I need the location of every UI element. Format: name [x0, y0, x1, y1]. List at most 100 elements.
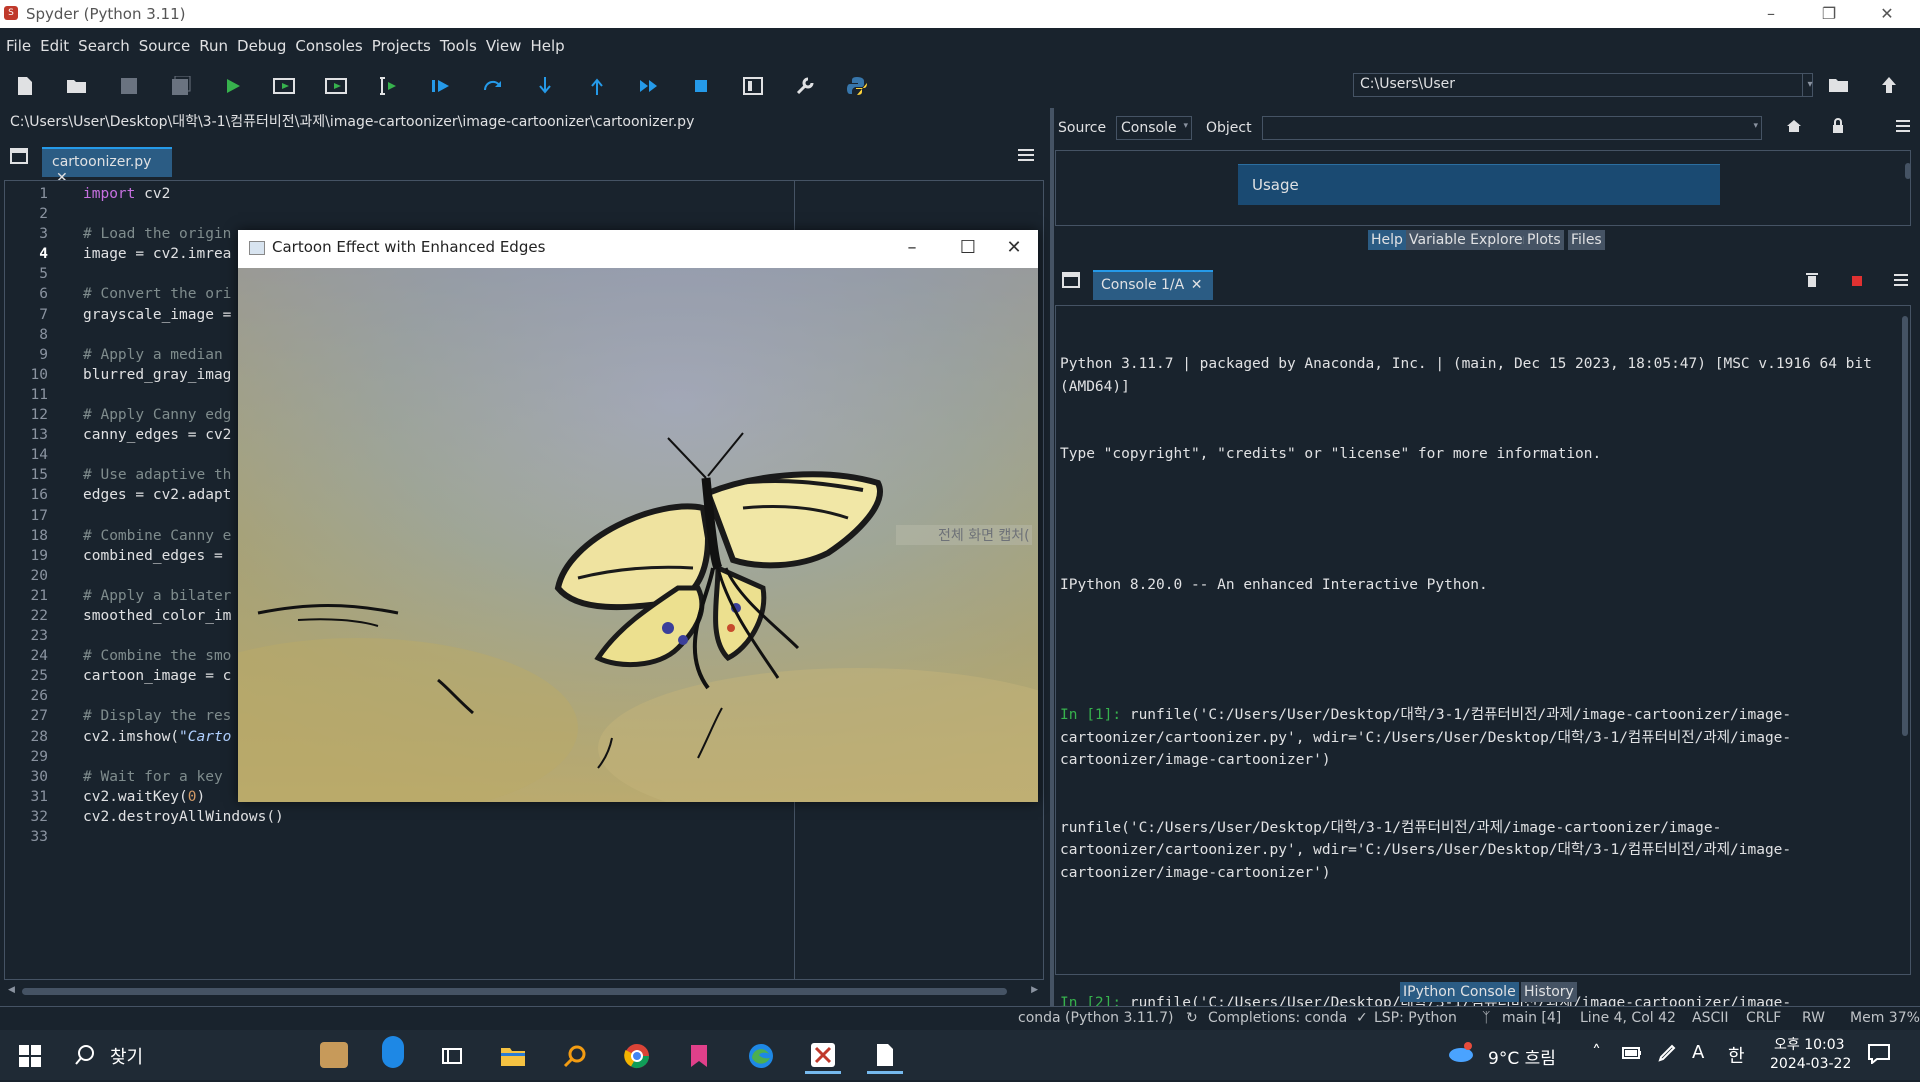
source-select[interactable]: Console ▾	[1116, 116, 1192, 140]
chrome-icon[interactable]	[619, 1038, 655, 1074]
tab-files[interactable]: Files	[1568, 230, 1605, 250]
run-cell-advance-icon[interactable]	[323, 72, 351, 100]
cartoon-effect-window[interactable]: Cartoon Effect with Enhanced Edges – ☐ ✕	[238, 230, 1038, 802]
save-all-icon[interactable]	[167, 72, 195, 100]
battery-icon[interactable]	[1622, 1046, 1642, 1064]
close-button[interactable]: ✕	[1864, 2, 1910, 26]
cartoon-image: 전체 화면 캡처(	[238, 268, 1038, 802]
clear-console-icon[interactable]	[1806, 272, 1818, 292]
task-view-icon[interactable]	[434, 1038, 470, 1074]
home-icon[interactable]	[1786, 118, 1802, 138]
line-number: 12	[30, 407, 48, 424]
spyder-taskbar-icon[interactable]	[805, 1038, 841, 1074]
spyder-logo-icon: S	[4, 6, 18, 20]
help-options-icon[interactable]	[1896, 120, 1910, 136]
step-into-icon[interactable]	[531, 72, 559, 100]
taskbar-search[interactable]: 찾기	[70, 1036, 404, 1070]
language-indicator[interactable]: 한	[1728, 1042, 1745, 1068]
weather-text[interactable]: 9°C 흐림	[1488, 1044, 1556, 1069]
menu-consoles[interactable]: Consoles	[295, 37, 362, 55]
stop-icon[interactable]	[687, 72, 715, 100]
run-icon[interactable]	[219, 72, 247, 100]
menu-help[interactable]: Help	[530, 37, 564, 55]
cartoon-close-button[interactable]: ✕	[990, 234, 1038, 262]
close-tab-icon[interactable]: ✕	[1191, 277, 1203, 293]
new-file-icon[interactable]	[11, 72, 39, 100]
debug-icon[interactable]	[427, 72, 455, 100]
editor-file-path: C:\Users\User\Desktop\대학\3-1\컴퓨터비전\과제\im…	[10, 114, 695, 130]
lock-icon[interactable]	[1831, 118, 1845, 138]
line-number: 20	[30, 567, 48, 584]
console-tab[interactable]: Console 1/A ✕	[1093, 270, 1213, 300]
menu-run[interactable]: Run	[199, 37, 228, 55]
editor-horizontal-scrollbar[interactable]: ◀ ▶	[8, 985, 1038, 997]
code-number: 0	[187, 788, 197, 805]
status-lsp[interactable]: LSP: Python	[1374, 1010, 1457, 1026]
tab-variable-explorer[interactable]: Variable Explorer	[1406, 230, 1532, 250]
edge-icon[interactable]	[743, 1038, 779, 1074]
console-banner: Type "copyright", "credits" or "license"…	[1060, 446, 1602, 462]
menu-search[interactable]: Search	[78, 37, 130, 55]
menu-debug[interactable]: Debug	[237, 37, 286, 55]
console-options-icon[interactable]	[1894, 274, 1908, 290]
menu-projects[interactable]: Projects	[372, 37, 431, 55]
restore-button[interactable]: ❐	[1806, 2, 1852, 26]
bookmark-app-icon[interactable]	[681, 1038, 717, 1074]
line-number-current: 4	[39, 246, 48, 263]
run-cell-icon[interactable]	[271, 72, 299, 100]
python-path-icon[interactable]	[843, 72, 871, 100]
menu-file[interactable]: File	[6, 37, 31, 55]
status-environment[interactable]: conda (Python 3.11.7)	[1018, 1010, 1173, 1026]
clock-date[interactable]: 2024-03-22	[1770, 1056, 1851, 1072]
tab-history[interactable]: History	[1521, 982, 1577, 1002]
cartoon-maximize-button[interactable]: ☐	[944, 234, 992, 262]
menu-view[interactable]: View	[486, 37, 522, 55]
working-directory-input[interactable]: C:\Users\User	[1353, 73, 1813, 97]
notepad-taskbar-icon[interactable]	[867, 1038, 903, 1074]
tray-chevron-up-icon[interactable]: ˄	[1592, 1042, 1601, 1063]
browse-tabs-icon[interactable]	[10, 148, 30, 166]
pen-icon[interactable]	[1658, 1044, 1676, 1066]
screen-capture-overlay-text: 전체 화면 캡처(	[938, 528, 1030, 544]
tab-ipython-console[interactable]: IPython Console	[1400, 982, 1519, 1002]
tab-help[interactable]: Help	[1368, 230, 1406, 250]
open-file-icon[interactable]	[63, 72, 91, 100]
ime-mode-indicator[interactable]: A	[1692, 1042, 1704, 1063]
status-completions[interactable]: Completions: conda	[1208, 1010, 1347, 1026]
console-vertical-scrollbar[interactable]	[1900, 312, 1910, 972]
line-number: 6	[39, 286, 48, 303]
menu-edit[interactable]: Edit	[40, 37, 69, 55]
file-explorer-icon[interactable]	[495, 1038, 531, 1074]
step-over-icon[interactable]	[479, 72, 507, 100]
menu-source[interactable]: Source	[139, 37, 191, 55]
parent-directory-icon[interactable]	[1880, 72, 1906, 98]
continue-icon[interactable]	[635, 72, 663, 100]
step-out-icon[interactable]	[583, 72, 611, 100]
working-dir-dropdown-icon[interactable]: ▾	[1802, 73, 1817, 97]
object-input[interactable]: ▾	[1262, 116, 1762, 140]
usage-title: Usage	[1252, 176, 1299, 194]
editor-options-icon[interactable]	[1018, 148, 1036, 164]
minimize-button[interactable]: –	[1748, 2, 1794, 26]
line-number: 10	[30, 366, 48, 383]
notification-center-icon[interactable]	[1868, 1044, 1890, 1068]
preferences-wrench-icon[interactable]	[791, 72, 819, 100]
line-number: 3	[39, 226, 48, 243]
cartoon-minimize-button[interactable]: –	[888, 234, 936, 262]
run-selection-icon[interactable]	[375, 72, 403, 100]
start-button-windows-icon[interactable]	[12, 1038, 48, 1074]
maximize-pane-icon[interactable]	[739, 72, 767, 100]
search-app-icon[interactable]	[557, 1038, 593, 1074]
browse-folder-icon[interactable]	[1828, 72, 1854, 98]
menu-tools[interactable]: Tools	[440, 37, 477, 55]
browse-console-tabs-icon[interactable]	[1062, 272, 1080, 292]
weather-cloud-icon[interactable]	[1446, 1040, 1476, 1066]
status-git-branch[interactable]: main [4]	[1502, 1010, 1561, 1026]
help-scrollbar[interactable]	[1904, 153, 1912, 223]
clock-time[interactable]: 오후 10:03	[1774, 1034, 1845, 1054]
editor-tab-cartoonizer[interactable]: cartoonizer.py ✕	[42, 147, 172, 186]
tab-plots[interactable]: Plots	[1524, 230, 1564, 250]
check-icon: ✓	[1356, 1010, 1368, 1026]
save-icon[interactable]	[115, 72, 143, 100]
interrupt-kernel-icon[interactable]	[1852, 275, 1862, 290]
